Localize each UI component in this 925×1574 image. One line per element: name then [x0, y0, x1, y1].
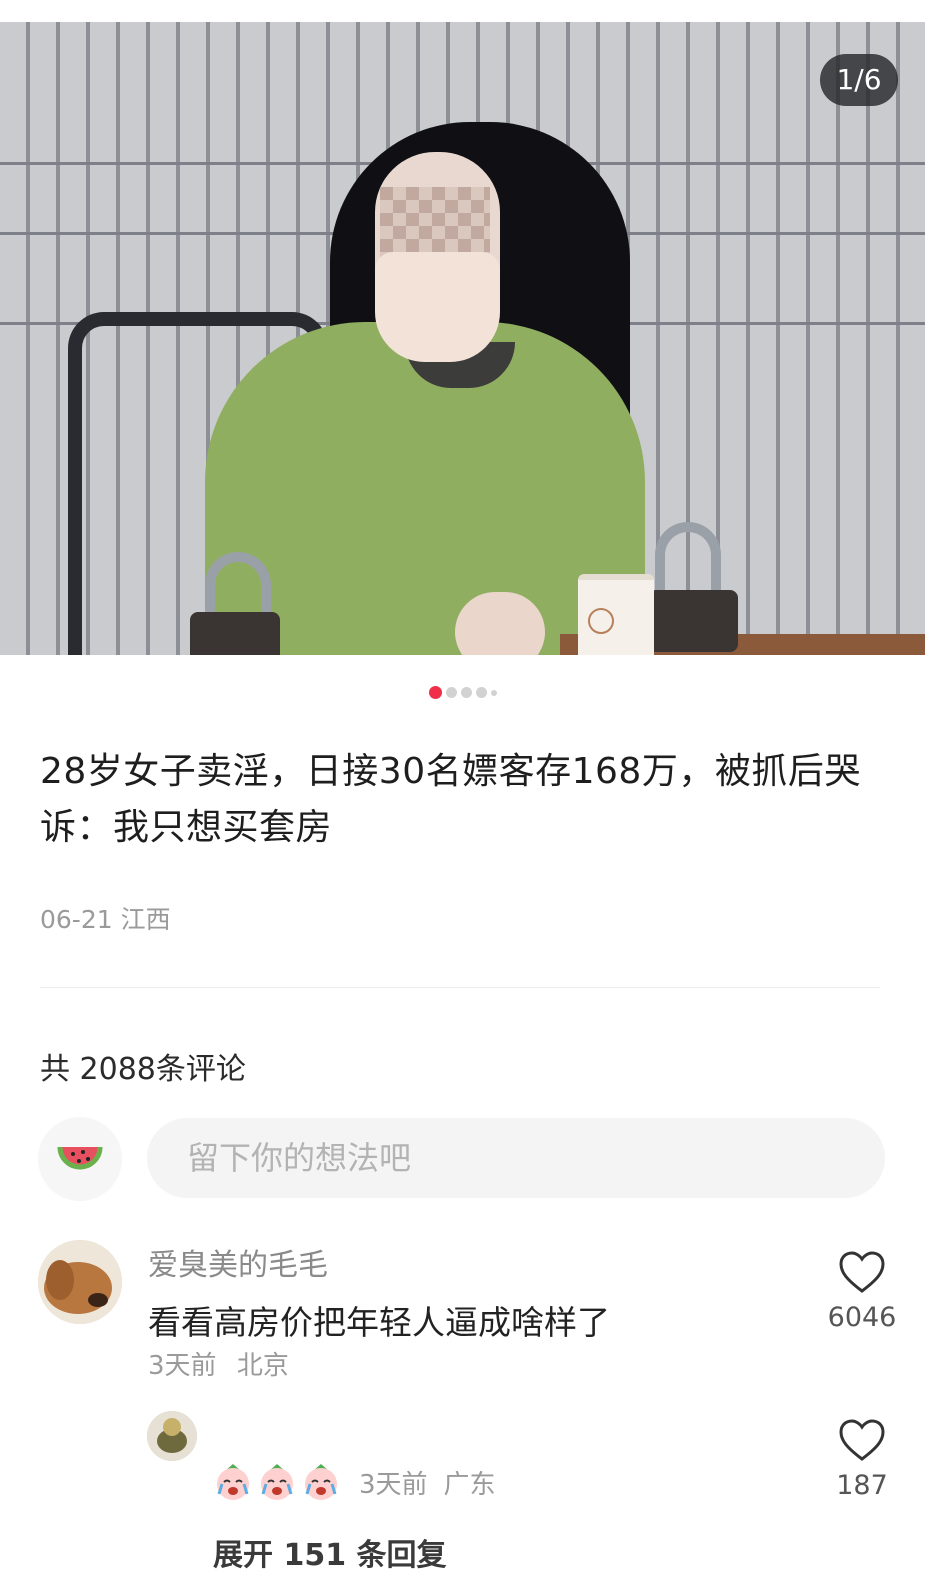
my-avatar[interactable]	[38, 1117, 122, 1201]
lock-body-shape	[190, 612, 280, 655]
commenter-avatar[interactable]	[38, 1240, 122, 1324]
post-meta: 06-21 江西	[40, 900, 171, 936]
dog-avatar-icon	[38, 1240, 122, 1324]
cup-logo	[588, 608, 614, 634]
reply-avatar[interactable]	[147, 1411, 197, 1461]
comment-meta: 3天前 北京	[148, 1345, 289, 1382]
post-date: 06-21	[40, 905, 113, 934]
post-title: 28岁女子卖淫，日接30名嫖客存168万，被抓后哭诉：我只想买套房	[40, 751, 861, 848]
reply-content: 3天前 广东	[213, 1460, 496, 1504]
image-counter: 1/6	[820, 54, 898, 106]
reply-like-count: 187	[836, 1470, 888, 1501]
watermelon-icon	[57, 1146, 103, 1170]
gallery-dot[interactable]	[460, 687, 472, 698]
lock-body-shape	[648, 590, 738, 652]
gallery-dot[interactable]	[490, 689, 497, 696]
crying-face-emoji-icon	[261, 1464, 293, 1500]
reply-avatar-icon	[147, 1411, 197, 1461]
heart-icon	[839, 1251, 885, 1293]
comment-text: 看看高房价把年轻人逼成啥样了	[148, 1303, 610, 1342]
post-image[interactable]	[0, 22, 925, 655]
comment-input[interactable]: 留下你的想法吧	[147, 1118, 885, 1198]
gallery-dot-active[interactable]	[428, 686, 442, 699]
paper-cup-shape	[578, 574, 654, 655]
reply-time: 3天前	[359, 1469, 428, 1500]
reply-like-button[interactable]: 187	[822, 1418, 902, 1501]
reply-location: 广东	[443, 1469, 496, 1500]
crying-face-emoji-icon	[217, 1464, 249, 1500]
heart-icon	[839, 1419, 885, 1461]
face-mask-shape	[375, 252, 500, 362]
divider	[40, 987, 880, 988]
like-count: 6046	[827, 1302, 897, 1333]
like-button[interactable]: 6046	[822, 1250, 902, 1333]
comment-count: 共 2088条评论	[40, 1052, 246, 1087]
comment-time: 3天前	[148, 1351, 217, 1381]
post-location: 江西	[120, 905, 171, 934]
expand-replies-link[interactable]: 展开 151 条回复	[213, 1530, 447, 1574]
gallery-dots	[0, 682, 925, 699]
comment-username[interactable]: 爱臭美的毛毛	[148, 1240, 328, 1284]
hands-shape	[455, 592, 545, 655]
gallery-dot[interactable]	[445, 687, 457, 698]
gallery-dot[interactable]	[475, 687, 487, 698]
crying-face-emoji-icon	[305, 1464, 337, 1500]
comment-location: 北京	[236, 1351, 289, 1381]
